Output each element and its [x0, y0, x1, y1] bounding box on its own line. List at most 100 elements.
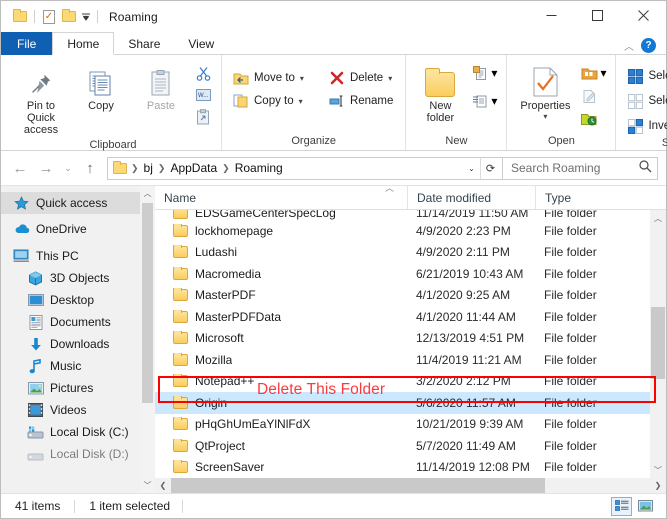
chevron-up-icon[interactable]: ︿ [624, 38, 634, 53]
table-row[interactable]: Notepad++ 3/2/2020 2:12 PM File folder [155, 371, 666, 393]
copy-to-button[interactable]: Copy to ▾ [229, 90, 309, 112]
qat-properties-icon[interactable]: ✓ [39, 7, 59, 27]
breadcrumb-item-2[interactable]: Roaming [232, 161, 286, 175]
file-name-cell: ScreenSaver [155, 460, 407, 474]
back-arrow-icon[interactable]: ← [7, 155, 33, 181]
sidebar-item-videos[interactable]: Videos [1, 399, 155, 421]
copy-button[interactable]: Copy [72, 60, 130, 115]
open-button[interactable]: ▾ [578, 63, 608, 83]
properties-button[interactable]: Properties ▾ [514, 60, 576, 124]
file-type-cell: File folder [544, 374, 597, 389]
select-all-button[interactable]: Select all [623, 65, 667, 87]
address-dropdown-icon[interactable]: ⌄ [463, 164, 480, 173]
sidebar-item-quick-access[interactable]: Quick access [1, 192, 155, 214]
sort-ascending-icon: ︿ [385, 183, 395, 193]
qat-folder-icon[interactable] [10, 7, 30, 27]
column-header-name[interactable]: Name [155, 186, 407, 209]
select-none-button[interactable]: Select none [623, 90, 667, 112]
history-button[interactable] [578, 109, 608, 129]
file-list-scrollbar[interactable]: ︿ ﹀ [650, 210, 666, 478]
tab-file[interactable]: File [1, 32, 53, 55]
up-arrow-icon[interactable]: ↑ [77, 155, 103, 181]
column-header-date-modified[interactable]: Date modified [407, 186, 535, 209]
hscroll-track[interactable] [545, 478, 650, 493]
breadcrumb[interactable]: ❯ bj ❯ AppData ❯ Roaming ⌄ ⟳ [107, 156, 503, 180]
minimize-button[interactable] [528, 1, 574, 30]
scroll-right-icon[interactable]: ❯ [650, 478, 666, 493]
scroll-down-icon[interactable]: ﹀ [140, 478, 155, 493]
table-row-selected[interactable]: Origin 5/6/2020 11:57 AM File folder [155, 392, 666, 414]
sidebar-item-3d-objects[interactable]: 3D Objects [1, 267, 155, 289]
table-row[interactable]: Macromedia 6/21/2019 10:43 AM File folde… [155, 263, 666, 285]
file-type-cell: File folder [544, 417, 597, 432]
move-to-button[interactable]: Move to ▾ [229, 67, 309, 89]
chevron-down-icon-6[interactable]: ▾ [543, 112, 547, 121]
table-row[interactable]: Mozilla 11/4/2019 11:21 AM File folder [155, 349, 666, 371]
delete-button[interactable]: Delete ▾ [325, 67, 398, 89]
table-row[interactable]: QtProject 5/7/2020 11:49 AM File folder [155, 435, 666, 457]
sidebar-item-documents[interactable]: Documents [1, 311, 155, 333]
paste-shortcut-button[interactable] [192, 107, 214, 127]
rename-button[interactable]: Rename [325, 90, 398, 112]
paste-button[interactable]: Paste [132, 60, 190, 115]
new-item-button[interactable]: ▾ [469, 63, 499, 83]
sidebar-item-desktop[interactable]: Desktop [1, 289, 155, 311]
column-header-type[interactable]: Type [535, 186, 666, 209]
sidebar-item-this-pc[interactable]: This PC [1, 245, 155, 267]
forward-arrow-icon[interactable]: → [33, 155, 59, 181]
refresh-icon[interactable]: ⟳ [480, 157, 500, 179]
paste-label: Paste [146, 100, 176, 112]
table-row[interactable]: ScreenSaver 11/14/2019 12:08 PM File fol… [155, 457, 666, 479]
breadcrumb-item-0[interactable]: bj [141, 161, 156, 175]
table-row[interactable]: lockhomepage 4/9/2020 2:23 PM File folde… [155, 220, 666, 242]
scroll-left-icon[interactable]: ❮ [155, 478, 171, 493]
recent-locations-icon[interactable]: ⌄ [59, 155, 77, 181]
search-input[interactable]: Search Roaming [503, 156, 658, 180]
large-icons-view-icon[interactable] [635, 497, 656, 516]
ribbon-group-organize: Move to ▾ Copy to ▾ Delete ▾ Rename Orga… [221, 55, 405, 150]
tab-view[interactable]: View [174, 32, 228, 55]
file-list-hscrollbar[interactable]: ❮ ❯ [155, 478, 666, 493]
pin-to-quick-access-button[interactable]: Pin to Quick access [12, 60, 70, 139]
qat-customize-caret-icon[interactable] [79, 7, 93, 27]
sidebar-item-music[interactable]: Music [1, 355, 155, 377]
table-row[interactable]: MasterPDF 4/1/2020 9:25 AM File folder [155, 285, 666, 307]
help-icon[interactable]: ? [641, 38, 656, 53]
hscroll-thumb[interactable] [171, 478, 545, 493]
table-row[interactable]: Microsoft 12/13/2019 4:51 PM File folder [155, 328, 666, 350]
sidebar-item-pictures[interactable]: Pictures [1, 377, 155, 399]
scroll-up-icon[interactable]: ︿ [140, 186, 155, 201]
breadcrumb-item-1[interactable]: AppData [167, 161, 220, 175]
navigation-scrollbar[interactable]: ︿ ﹀ [140, 186, 155, 493]
qat-new-folder-icon[interactable] [59, 7, 79, 27]
easy-access-button[interactable]: ▾ [469, 91, 499, 111]
file-name: QtProject [195, 438, 246, 453]
maximize-button[interactable] [574, 1, 620, 30]
sidebar-item-local-disk-c[interactable]: Local Disk (C:) [1, 421, 155, 443]
sidebar-label-onedrive: OneDrive [36, 222, 87, 236]
cut-button[interactable] [192, 63, 214, 83]
scroll-down-icon[interactable]: ﹀ [650, 462, 666, 478]
sidebar-item-onedrive[interactable]: OneDrive [1, 218, 155, 240]
details-view-icon[interactable] [611, 496, 632, 516]
sidebar-item-local-disk-d[interactable]: Local Disk (D:) [1, 443, 155, 465]
folder-icon [173, 417, 188, 431]
invert-selection-button[interactable]: Invert selection [623, 115, 667, 137]
table-row[interactable]: MasterPDFData 4/1/2020 11:44 AM File fol… [155, 306, 666, 328]
table-row[interactable]: EDSGameCenterSpecLog 11/14/2019 11:50 AM… [155, 210, 666, 220]
edit-button[interactable] [578, 86, 608, 106]
close-button[interactable] [620, 1, 666, 30]
new-folder-button[interactable]: New folder [413, 60, 467, 127]
table-row[interactable]: Ludashi 4/9/2020 2:11 PM File folder [155, 242, 666, 264]
nav-scroll-thumb[interactable] [142, 203, 153, 403]
scroll-up-icon[interactable]: ︿ [650, 210, 666, 226]
sidebar-item-downloads[interactable]: Downloads [1, 333, 155, 355]
copy-path-button[interactable]: W... [192, 85, 214, 105]
file-list-scroll-thumb[interactable] [651, 307, 665, 379]
file-name-cell: QtProject [155, 438, 407, 453]
tab-share[interactable]: Share [114, 32, 174, 55]
tab-home[interactable]: Home [52, 32, 115, 55]
table-row[interactable]: pHqGhUmEaYlNlFdX 10/21/2019 9:39 AM File… [155, 414, 666, 436]
status-selection: 1 item selected [89, 499, 171, 513]
search-icon[interactable] [639, 160, 652, 176]
